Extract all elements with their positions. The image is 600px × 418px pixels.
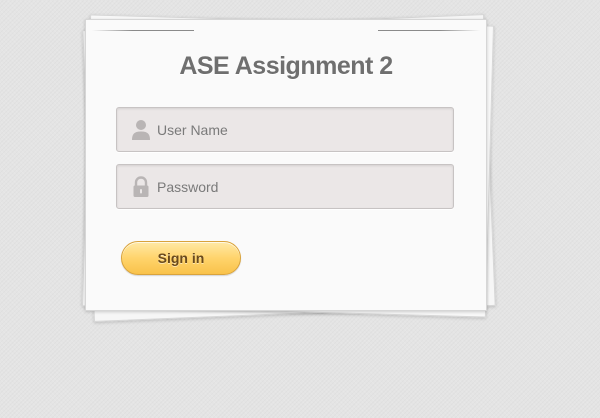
user-icon: [131, 119, 151, 141]
password-field-wrapper: [116, 164, 454, 209]
password-input[interactable]: [157, 165, 447, 208]
sign-in-button[interactable]: Sign in: [121, 241, 241, 275]
username-input[interactable]: [157, 108, 447, 151]
card-top-divider-left: [92, 30, 194, 31]
page-title: ASE Assignment 2: [179, 52, 393, 80]
username-field-wrapper: [116, 107, 454, 152]
card-top-divider-right: [378, 30, 480, 31]
login-card: ASE Assignment 2 Sign in: [85, 19, 487, 311]
lock-icon: [131, 176, 151, 198]
